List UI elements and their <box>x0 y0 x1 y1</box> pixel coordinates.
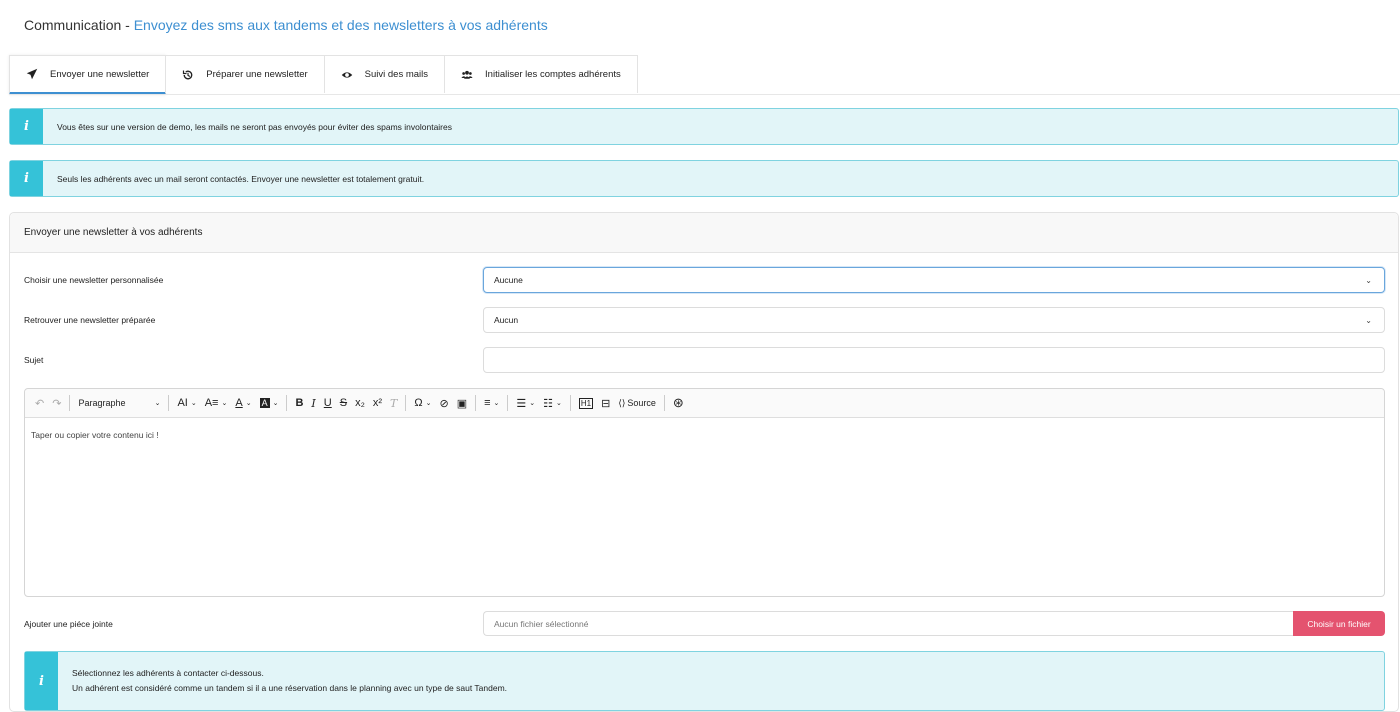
show-blocks-icon[interactable]: ⊟ <box>597 397 614 410</box>
choose-file-button[interactable]: Choisir un fichier <box>1293 611 1385 636</box>
subject-input[interactable] <box>483 347 1385 373</box>
toolbar-separator <box>168 395 170 411</box>
toolbar-separator <box>663 395 665 411</box>
page-subtitle: Envoyez des sms aux tandems et des newsl… <box>133 17 548 33</box>
underline-icon[interactable]: U <box>320 397 336 409</box>
toolbar-separator <box>69 395 71 411</box>
numbered-list-icon[interactable]: ☷ ⌄ <box>539 397 566 410</box>
tab-label: Préparer une newsletter <box>206 69 308 80</box>
prepared-newsletter-select[interactable]: Aucun ⌄ <box>483 307 1385 333</box>
subject-label: Sujet <box>24 355 44 365</box>
font-family-icon[interactable]: A≡ ⌄ <box>201 397 232 409</box>
link-icon[interactable]: ⊘ <box>435 397 452 410</box>
tab-label: Suivi des mails <box>364 69 429 80</box>
info-alert: i Seuls les adhérents avec un mail seron… <box>9 160 1399 197</box>
card-title: Envoyer une newsletter à vos adhérents <box>10 213 1398 253</box>
file-input: Aucun fichier sélectionné Choisir un fic… <box>483 611 1385 636</box>
demo-alert-text: Vous êtes sur une version de demo, les m… <box>57 121 452 132</box>
info-icon: i <box>25 652 58 710</box>
chevron-down-icon: ⌄ <box>1365 315 1372 325</box>
chevron-down-icon: ⌄ <box>1365 275 1372 285</box>
tab-label: Initialiser les comptes adhérents <box>485 69 621 80</box>
strikethrough-icon[interactable]: S <box>336 397 351 409</box>
accessibility-icon[interactable]: ⊛ <box>669 395 688 411</box>
custom-newsletter-label: Choisir une newsletter personnalisée <box>24 275 164 285</box>
toolbar-separator <box>475 395 477 411</box>
remove-format-icon[interactable]: T <box>386 397 401 410</box>
heading-icon[interactable]: H1 <box>578 397 594 409</box>
insert-image-icon[interactable]: ▣ <box>453 397 471 410</box>
history-icon <box>183 70 193 79</box>
page-title-main: Communication <box>24 17 122 33</box>
bold-icon[interactable]: B <box>291 397 307 409</box>
rich-text-editor: ↶ ↷ Paragraphe ⌄ AI ⌄ A≡ ⌄ A ⌄ A ⌄ B I U S x… <box>24 388 1385 597</box>
selection-alert-line2: Un adhérent est considéré comme un tande… <box>72 683 508 693</box>
font-color-icon[interactable]: A ⌄ <box>231 397 255 409</box>
toolbar-separator <box>569 395 571 411</box>
editor-content[interactable]: Taper ou copier votre contenu ici ! <box>25 418 1384 452</box>
background-color-icon[interactable]: A ⌄ <box>256 398 283 408</box>
custom-newsletter-select[interactable]: Aucune ⌄ <box>483 267 1385 293</box>
paragraph-dropdown[interactable]: Paragraphe ⌄ <box>74 398 164 408</box>
tab-init-accounts[interactable]: Initialiser les comptes adhérents <box>444 55 638 93</box>
editor-toolbar: ↶ ↷ Paragraphe ⌄ AI ⌄ A≡ ⌄ A ⌄ A ⌄ B I U S x… <box>25 389 1384 418</box>
toolbar-separator <box>507 395 509 411</box>
italic-icon[interactable]: I <box>307 397 319 410</box>
newsletter-card: Envoyer une newsletter à vos adhérents C… <box>9 212 1399 712</box>
eye-icon <box>341 71 352 78</box>
source-button[interactable]: ⟨⟩ Source <box>614 398 660 409</box>
prepared-newsletter-value: Aucun <box>494 315 519 325</box>
font-size-icon[interactable]: AI ⌄ <box>173 397 200 409</box>
toolbar-separator <box>286 395 288 411</box>
tab-mail-tracking[interactable]: Suivi des mails <box>323 55 446 93</box>
attachment-label: Ajouter une piéce jointe <box>24 619 113 629</box>
selection-alert: i Sélectionnez les adhérents à contacter… <box>24 651 1385 711</box>
source-icon: ⟨⟩ <box>618 397 626 408</box>
info-icon: i <box>10 161 43 196</box>
custom-newsletter-value: Aucune <box>494 275 523 285</box>
info-alert-text: Seuls les adhérents avec un mail seront … <box>57 173 425 184</box>
bulleted-list-icon[interactable]: ☰ ⌄ <box>512 397 539 410</box>
info-icon: i <box>10 109 43 144</box>
subscript-icon[interactable]: x₂ <box>351 397 369 409</box>
toolbar-separator <box>405 395 407 411</box>
superscript-icon[interactable]: x² <box>369 397 386 409</box>
source-label: Source <box>627 398 656 408</box>
users-icon <box>461 70 473 79</box>
tab-prepare-newsletter[interactable]: Préparer une newsletter <box>165 55 325 93</box>
paragraph-label: Paragraphe <box>78 398 126 408</box>
tabs-divider <box>9 94 1400 95</box>
tab-label: Envoyer une newsletter <box>50 68 150 80</box>
redo-icon[interactable]: ↷ <box>48 397 65 410</box>
paper-plane-icon <box>26 68 38 80</box>
tab-send-newsletter[interactable]: Envoyer une newsletter <box>9 55 167 95</box>
demo-alert: i Vous êtes sur une version de demo, les… <box>9 108 1399 145</box>
undo-icon[interactable]: ↶ <box>31 397 48 410</box>
file-name-display[interactable]: Aucun fichier sélectionné <box>483 611 1293 636</box>
page-title-separator: - <box>121 17 134 33</box>
special-characters-icon[interactable]: Ω ⌄ <box>410 397 435 409</box>
page-title: Communication - Envoyez des sms aux tand… <box>24 17 548 33</box>
editor-placeholder: Taper ou copier votre contenu ici ! <box>31 430 159 440</box>
tab-bar: Envoyer une newsletter Préparer une news… <box>9 55 638 95</box>
selection-alert-line1: Sélectionnez les adhérents à contacter c… <box>72 668 264 678</box>
chevron-down-icon: ⌄ <box>154 400 161 407</box>
align-icon[interactable]: ≡ ⌄ <box>480 397 503 409</box>
selection-alert-text: Sélectionnez les adhérents à contacter c… <box>72 652 507 710</box>
prepared-newsletter-label: Retrouver une newsletter préparée <box>24 315 156 325</box>
